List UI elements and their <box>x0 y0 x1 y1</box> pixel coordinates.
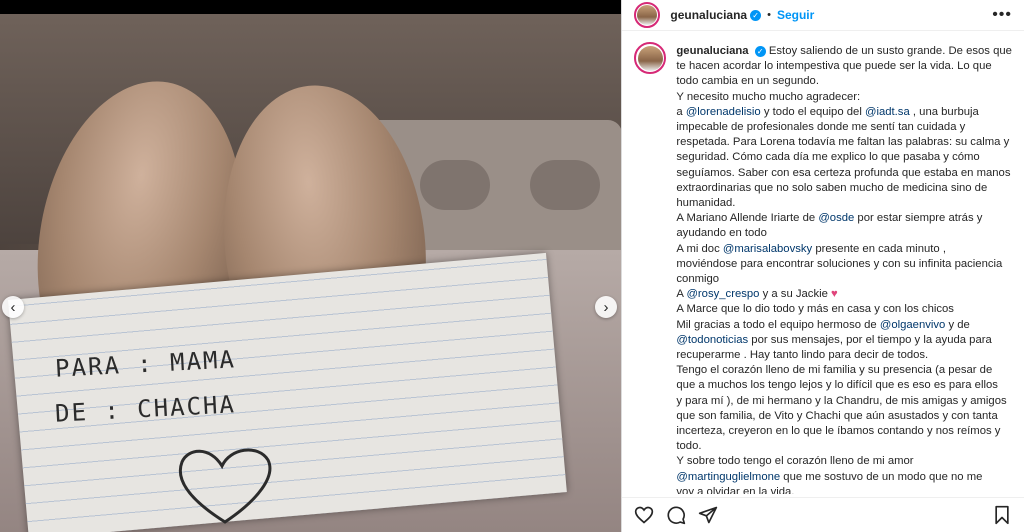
caption-line: todo. <box>676 440 702 453</box>
post-sidebar: geunaluciana ✓ • Seguir ••• geunaluciana… <box>621 0 1024 532</box>
caption-line: humanidad. <box>676 197 736 210</box>
post-image[interactable]: PARA : MAMA DE : CHACHA ‹ › <box>0 0 622 532</box>
caption-line: presente en cada minuto , <box>812 242 946 255</box>
caption-line: Tengo el corazón lleno de mi familia y s… <box>676 364 993 377</box>
prev-image-button[interactable]: ‹ <box>2 296 24 318</box>
caption-line: a <box>676 105 686 118</box>
caption-line: seguridad. Cómo cada día me explico lo q… <box>676 151 980 164</box>
caption-avatar[interactable] <box>634 42 667 74</box>
caption-line: A Marce que lo dio todo y más en casa y … <box>676 303 954 316</box>
caption-line: y todo el equipo del <box>760 105 865 118</box>
caption-line: Mil gracias a todo el equipo hermoso de <box>676 318 880 331</box>
follow-button[interactable]: Seguir <box>777 8 814 22</box>
verified-badge-icon: ✓ <box>750 9 762 21</box>
comments-area[interactable]: geunaluciana ✓ Estoy saliendo de un sust… <box>622 42 1024 494</box>
caption-line: ayudando en todo <box>676 227 767 240</box>
caption-line: que me sostuvo de un modo que no me <box>780 470 983 483</box>
mention-link[interactable]: @todonoticias <box>676 334 748 346</box>
caption-line: respetada. Para Lorena todavía me faltan… <box>676 136 1010 149</box>
hand-drawn-heart <box>178 448 272 524</box>
caption-line: A <box>676 288 687 301</box>
caption-username[interactable]: geunaluciana <box>676 45 748 57</box>
caption-line: , una burbuja <box>909 105 979 118</box>
mention-link[interactable]: @marisalabovsky <box>723 243 812 255</box>
caption-line: todo cambia en un segundo. <box>676 75 819 88</box>
caption-line: recuperarme . Hay tanto lindo para decir… <box>676 349 929 362</box>
header-username[interactable]: geunaluciana <box>670 8 747 22</box>
mention-link[interactable]: @lorenadelisio <box>686 106 761 118</box>
caption-line: A Mariano Allende Iriarte de <box>676 212 819 225</box>
caption-line: seguíamos. Saber con esa certeza profund… <box>676 166 1011 179</box>
caption-line: te hacen acordar lo intempestiva que pue… <box>676 60 992 73</box>
mention-link[interactable]: @olgaenvivo <box>880 319 945 331</box>
photo-note-paper <box>8 252 567 532</box>
mention-link[interactable]: @martinguglielmone <box>676 471 780 483</box>
mention-link[interactable]: @osde <box>818 212 854 224</box>
heart-icon[interactable] <box>634 505 654 525</box>
instagram-post-view: PARA : MAMA DE : CHACHA ‹ › geunaluciana… <box>0 0 1024 532</box>
caption-line: por sus mensajes, por el tiempo y la ayu… <box>748 333 992 346</box>
caption-line: que son familia, de Vito y Chachi que aú… <box>676 409 998 422</box>
verified-badge-icon: ✓ <box>754 45 766 57</box>
caption-line: Y sobre todo tengo el corazón lleno de m… <box>676 455 914 468</box>
top-bar <box>0 0 622 14</box>
caption-line: y para mí ), de mi hermano y la Chandru,… <box>676 394 1007 407</box>
caption-line: que a muchos los tengo lejos y lo difíci… <box>676 379 998 392</box>
pink-heart-icon: ♥ <box>831 288 838 301</box>
next-image-button[interactable]: › <box>595 296 617 318</box>
caption-line: por estar siempre atrás y <box>854 212 983 225</box>
caption-line: incerteza, creyeron en lo que le íbamos … <box>676 425 1001 438</box>
caption-line: voy a olvidar en la vida. <box>676 485 795 494</box>
caption-line: Y necesito mucho mucho agradecer: <box>676 90 861 103</box>
comment-icon[interactable] <box>666 505 686 525</box>
caption-text: geunaluciana ✓ Estoy saliendo de un sust… <box>676 42 1012 494</box>
caption-block: geunaluciana ✓ Estoy saliendo de un sust… <box>634 42 1012 494</box>
mention-link[interactable]: @rosy_crespo <box>686 288 759 300</box>
action-bar <box>622 497 1024 532</box>
bookmark-icon[interactable] <box>992 505 1012 525</box>
caption-line: Estoy saliendo de un susto grande. De es… <box>768 45 1012 57</box>
caption-line: A mi doc <box>676 242 723 255</box>
avatar[interactable] <box>634 2 661 28</box>
post-header: geunaluciana ✓ • Seguir ••• <box>622 0 1024 31</box>
caption-line: moviéndose para encontrar soluciones y c… <box>676 257 1003 270</box>
separator-dot: • <box>767 9 771 21</box>
caption-line: impecable de profesionales donde me sent… <box>676 121 966 134</box>
caption-line: y de <box>945 318 970 331</box>
avatar-photo <box>637 5 658 25</box>
photo-frame-hole <box>420 160 490 210</box>
caption-line: conmigo <box>676 273 720 286</box>
more-options-icon[interactable]: ••• <box>992 6 1012 24</box>
mention-link[interactable]: @iadt.sa <box>865 106 910 118</box>
caption-line: y a su Jackie <box>759 288 832 301</box>
caption-line: extraordinarias que no solo saben mucho … <box>676 181 988 194</box>
share-icon[interactable] <box>698 505 718 525</box>
photo-frame-hole <box>530 160 600 210</box>
avatar-photo <box>637 45 663 71</box>
